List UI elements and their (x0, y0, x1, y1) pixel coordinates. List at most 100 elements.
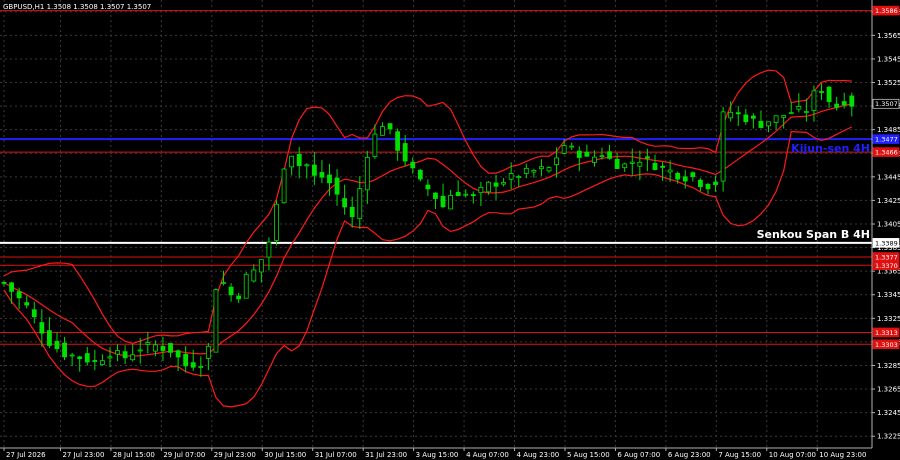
price-chart[interactable]: 1.32251.32451.32651.32851.33051.33251.33… (0, 0, 900, 460)
candle (622, 162, 628, 172)
candle (228, 283, 234, 302)
candle (47, 317, 52, 349)
x-tick-label: 29 Jul 07:00 (163, 451, 205, 459)
x-tick-label: 27 Jul 23:00 (62, 451, 104, 459)
price-tag: 1.3507 (872, 98, 900, 109)
x-tick-label: 29 Jul 23:00 (214, 451, 256, 459)
candle (92, 349, 98, 371)
candle (539, 159, 544, 177)
candle (849, 92, 855, 117)
upper-band-line (3, 69, 852, 345)
price-tag-label: 1.3313 (875, 329, 898, 337)
candle (16, 287, 22, 309)
price-tag-label: 1.3466 (875, 149, 898, 157)
x-tick-label: 7 Aug 15:00 (718, 451, 761, 459)
x-tick-label: 6 Aug 23:00 (668, 451, 711, 459)
candle (735, 106, 741, 127)
candle (289, 155, 295, 176)
x-tick-label: 5 Aug 15:00 (567, 451, 610, 459)
price-tag: 1.3389 (872, 238, 900, 248)
price-tag-label: 1.3370 (875, 262, 898, 270)
candle (652, 154, 658, 171)
candle (523, 163, 529, 179)
candle (569, 142, 575, 150)
candle (425, 179, 431, 196)
price-tag: 1.3586 (872, 5, 900, 16)
price-tag-label: 1.3586 (875, 7, 898, 15)
candle (243, 271, 249, 299)
candle (629, 148, 635, 176)
candle (697, 178, 703, 192)
candle (84, 346, 90, 366)
candle (251, 264, 257, 283)
candle (198, 356, 204, 377)
y-tick-label: 1.3345 (877, 291, 900, 299)
price-tag-label: 1.3389 (875, 239, 898, 247)
price-tag-label: 1.3377 (875, 254, 898, 262)
y-tick-label: 1.3245 (877, 409, 900, 417)
x-tick-label: 4 Aug 07:00 (466, 451, 509, 459)
candle (750, 113, 756, 129)
price-tag-label: 1.3303 (875, 341, 898, 349)
price-tag: 1.3477 (872, 134, 900, 144)
x-tick-label: 4 Aug 23:00 (517, 451, 560, 459)
x-tick-label: 30 Jul 15:00 (264, 451, 306, 459)
candle (493, 174, 499, 200)
candle (417, 169, 423, 182)
candle (448, 189, 454, 210)
x-tick-label: 28 Jul 15:00 (113, 451, 155, 459)
candle (183, 345, 189, 373)
candle (395, 128, 401, 161)
price-tag: 1.3303 (872, 339, 900, 350)
candle (54, 331, 60, 353)
candle (834, 96, 840, 111)
chart-window[interactable]: 1.32251.32451.32651.32851.33051.33251.33… (0, 0, 900, 460)
candle (205, 343, 211, 371)
candle (258, 259, 264, 283)
candle (410, 157, 416, 174)
candle (758, 110, 764, 129)
candle (213, 288, 219, 353)
candle (122, 345, 128, 365)
y-tick-label: 1.3565 (877, 32, 900, 40)
candle (349, 196, 355, 228)
candle (781, 115, 787, 129)
x-tick-label: 6 Aug 07:00 (617, 451, 660, 459)
price-tag: 1.3466 (872, 147, 900, 157)
candle (440, 183, 446, 209)
candle (304, 163, 310, 179)
price-axis: 1.32251.32451.32651.32851.33051.33251.33… (872, 8, 900, 441)
candle (819, 83, 824, 100)
candle (24, 295, 30, 309)
candle (637, 150, 643, 181)
x-tick-label: 10 Aug 23:00 (819, 451, 866, 459)
candle (145, 332, 151, 354)
candle (705, 182, 711, 195)
candle (274, 200, 279, 246)
candle (516, 174, 522, 187)
candle (357, 176, 363, 229)
candle (561, 139, 567, 155)
candle (281, 167, 287, 204)
candle (773, 115, 779, 130)
candle (796, 93, 802, 113)
candle (713, 175, 718, 192)
price-tag: 1.3313 (872, 327, 900, 338)
candle (803, 98, 809, 122)
grid-lines (0, 0, 872, 448)
price-tag-label: 1.3477 (875, 136, 898, 144)
candle (690, 171, 696, 182)
x-tick-label: 3 Aug 15:00 (416, 451, 459, 459)
y-tick-label: 1.3325 (877, 315, 900, 323)
candle (584, 144, 590, 157)
candle (743, 109, 749, 125)
support-resistance-lines (0, 10, 872, 345)
y-tick-label: 1.3265 (877, 386, 900, 394)
x-tick-label: 31 Jul 07:00 (315, 451, 357, 459)
candle (115, 344, 120, 362)
candle (720, 106, 726, 192)
y-tick-label: 1.3525 (877, 79, 900, 87)
candle (130, 344, 136, 362)
y-tick-label: 1.3445 (877, 173, 900, 181)
y-tick-label: 1.3545 (877, 55, 900, 63)
